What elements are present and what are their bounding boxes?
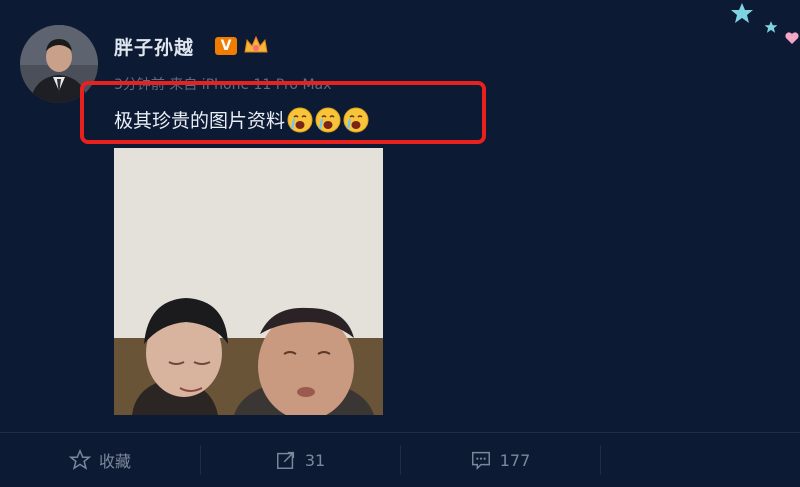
crying-face-icon <box>315 107 341 132</box>
comment-button[interactable]: 177 <box>400 433 600 487</box>
crown-badge-icon <box>244 35 268 53</box>
favorite-label: 收藏 <box>98 452 131 471</box>
crying-face-icon <box>343 107 369 132</box>
favorite-button[interactable]: 收藏 <box>0 433 200 487</box>
star-decoration-icon <box>764 21 778 33</box>
username[interactable]: 胖子孙越 <box>114 33 194 60</box>
crying-face-icon <box>287 107 313 132</box>
comment-count: 177 <box>499 450 531 470</box>
star-outline-icon <box>68 449 91 470</box>
post-text-content: 极其珍贵的图片资料 <box>114 110 286 132</box>
post-image[interactable] <box>114 148 383 415</box>
star-decoration-icon <box>731 3 753 23</box>
like-button[interactable] <box>600 433 800 487</box>
heart-decoration-icon <box>785 32 799 44</box>
repost-button[interactable]: 31 <box>200 433 400 487</box>
share-icon <box>276 451 294 469</box>
repost-count: 31 <box>304 450 326 470</box>
action-bar: 收藏 31 177 <box>0 432 800 487</box>
post-text: 极其珍贵的图片资料 <box>114 106 369 133</box>
comment-icon <box>471 451 490 471</box>
verified-badge: V <box>215 37 237 55</box>
